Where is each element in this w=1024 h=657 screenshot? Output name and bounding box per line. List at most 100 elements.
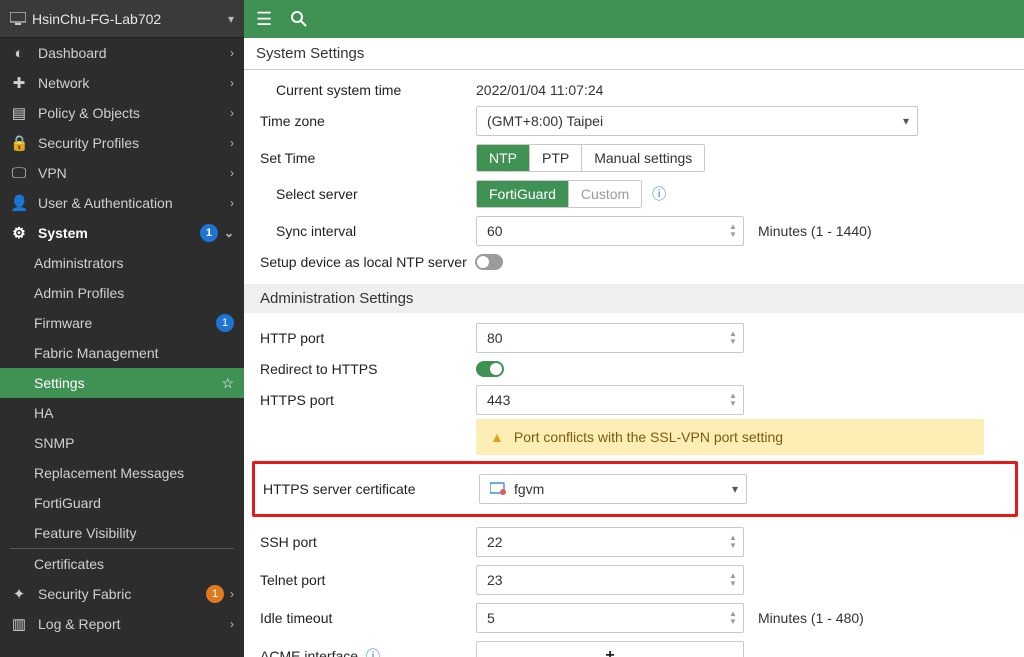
sidebar: HsinChu-FG-Lab702 ▾ ◐Dashboard ✚Network …	[0, 0, 244, 657]
label-sync-interval: Sync interval	[276, 223, 476, 239]
chevron-right-icon	[230, 76, 234, 90]
info-icon[interactable]: ⓘ	[652, 184, 666, 204]
timezone-dropdown[interactable]: (GMT+8:00) Taipei ▾	[476, 106, 918, 136]
sidebar-sub-firmware[interactable]: Firmware 1	[0, 308, 244, 338]
row-select-server: Select server FortiGuard Custom ⓘ	[244, 176, 1024, 212]
row-set-time: Set Time NTP PTP Manual settings	[244, 140, 1024, 176]
chevron-right-icon	[230, 46, 234, 60]
spinner-icon[interactable]: ▲▼	[725, 219, 741, 243]
row-local-ntp: Setup device as local NTP server	[244, 250, 1024, 274]
info-icon[interactable]: ⓘ	[366, 648, 380, 657]
highlight-cert: HTTPS server certificate fgvm ▾	[252, 461, 1018, 517]
set-time-ntp[interactable]: NTP	[477, 145, 530, 171]
badge-fabric: 1	[206, 585, 224, 603]
sidebar-item-policy[interactable]: ▤Policy & Objects	[0, 98, 244, 128]
fabric-icon: ✦	[10, 585, 28, 603]
sidebar-sub-settings[interactable]: Settings ☆	[0, 368, 244, 398]
sidebar-item-user-auth[interactable]: 👤User & Authentication	[0, 188, 244, 218]
page-title: System Settings	[244, 38, 1024, 70]
sidebar-sub-admin-profiles[interactable]: Admin Profiles	[0, 278, 244, 308]
toggle-redirect-https[interactable]	[476, 361, 504, 377]
sidebar-sub-replacement-msgs[interactable]: Replacement Messages	[0, 458, 244, 488]
spinner-icon[interactable]: ▲▼	[725, 606, 741, 630]
row-http-port: HTTP port 80 ▲▼	[244, 319, 1024, 357]
sidebar-item-security-fabric[interactable]: ✦Security Fabric 1	[0, 579, 244, 609]
ssh-port-input[interactable]: 22 ▲▼	[476, 527, 744, 557]
row-acme: ACME interface ⓘ +	[244, 637, 1024, 657]
label-telnet-port: Telnet port	[260, 572, 476, 588]
lock-icon: 🔒	[10, 134, 28, 152]
port-conflict-alert: ▲ Port conflicts with the SSL-VPN port s…	[476, 419, 984, 455]
telnet-port-input[interactable]: 23 ▲▼	[476, 565, 744, 595]
warning-icon: ▲	[490, 429, 504, 445]
sidebar-item-vpn[interactable]: 🖵VPN	[0, 158, 244, 188]
caret-down-icon: ▾	[732, 482, 738, 496]
menu-icon[interactable]: ☰	[256, 9, 272, 30]
chart-icon: ▥	[10, 615, 28, 633]
sidebar-item-system[interactable]: ⚙System 1	[0, 218, 244, 248]
toggle-local-ntp[interactable]	[475, 254, 503, 270]
sidebar-item-security-profiles[interactable]: 🔒Security Profiles	[0, 128, 244, 158]
set-time-ptp[interactable]: PTP	[530, 145, 582, 171]
idle-timeout-input[interactable]: 5 ▲▼	[476, 603, 744, 633]
sidebar-sub-certificates[interactable]: Certificates	[0, 549, 244, 579]
certificate-icon	[490, 482, 508, 496]
chevron-right-icon	[230, 106, 234, 120]
chevron-right-icon	[230, 587, 234, 601]
chevron-right-icon	[230, 196, 234, 210]
sidebar-item-log-report[interactable]: ▥Log & Report	[0, 609, 244, 639]
sidebar-sub-feature-visibility[interactable]: Feature Visibility	[0, 518, 244, 548]
device-icon	[10, 12, 26, 26]
sidebar-item-network[interactable]: ✚Network	[0, 68, 244, 98]
select-server-segmented: FortiGuard Custom	[476, 180, 642, 208]
https-cert-dropdown[interactable]: fgvm ▾	[479, 474, 747, 504]
label-acme: ACME interface ⓘ	[260, 646, 476, 657]
sidebar-header[interactable]: HsinChu-FG-Lab702 ▾	[0, 0, 244, 38]
gauge-icon: ◐	[10, 45, 28, 62]
spinner-icon[interactable]: ▲▼	[725, 388, 741, 412]
spinner-icon[interactable]: ▲▼	[725, 568, 741, 592]
label-current-time: Current system time	[276, 82, 476, 98]
badge-system: 1	[200, 224, 218, 242]
row-sync-interval: Sync interval 60 ▲▼ Minutes (1 - 1440)	[244, 212, 1024, 250]
set-time-manual[interactable]: Manual settings	[582, 145, 704, 171]
sidebar-sub-ha[interactable]: HA	[0, 398, 244, 428]
label-http-port: HTTP port	[260, 330, 476, 346]
star-icon[interactable]: ☆	[221, 375, 234, 392]
sync-interval-input[interactable]: 60 ▲▼	[476, 216, 744, 246]
row-https-port: HTTPS port 443 ▲▼	[244, 381, 1024, 419]
http-port-input[interactable]: 80 ▲▼	[476, 323, 744, 353]
server-custom[interactable]: Custom	[569, 181, 641, 207]
label-ssh-port: SSH port	[260, 534, 476, 550]
acme-add-button[interactable]: +	[476, 641, 744, 657]
sidebar-sub-fabric-mgmt[interactable]: Fabric Management	[0, 338, 244, 368]
caret-down-icon: ▾	[228, 0, 234, 38]
chevron-down-icon	[224, 226, 234, 240]
network-icon: ✚	[10, 74, 28, 92]
set-time-segmented: NTP PTP Manual settings	[476, 144, 705, 172]
unit-sync: Minutes (1 - 1440)	[758, 223, 872, 239]
sidebar-item-dashboard[interactable]: ◐Dashboard	[0, 38, 244, 68]
label-idle-timeout: Idle timeout	[260, 610, 476, 626]
label-local-ntp: Setup device as local NTP server	[260, 254, 467, 270]
sidebar-sub-administrators[interactable]: Administrators	[0, 248, 244, 278]
caret-down-icon: ▾	[903, 114, 909, 128]
row-idle-timeout: Idle timeout 5 ▲▼ Minutes (1 - 480)	[244, 599, 1024, 637]
content: Current system time 2022/01/04 11:07:24 …	[244, 70, 1024, 657]
search-icon[interactable]	[290, 10, 308, 28]
server-fortiguard[interactable]: FortiGuard	[477, 181, 569, 207]
spinner-icon[interactable]: ▲▼	[725, 326, 741, 350]
unit-idle: Minutes (1 - 480)	[758, 610, 864, 626]
label-https-cert: HTTPS server certificate	[263, 481, 479, 497]
hostname: HsinChu-FG-Lab702	[32, 0, 161, 38]
spinner-icon[interactable]: ▲▼	[725, 530, 741, 554]
label-timezone: Time zone	[260, 113, 476, 129]
chevron-right-icon	[230, 136, 234, 150]
row-timezone: Time zone (GMT+8:00) Taipei ▾	[244, 102, 1024, 140]
sidebar-sub-snmp[interactable]: SNMP	[0, 428, 244, 458]
https-port-input[interactable]: 443 ▲▼	[476, 385, 744, 415]
chevron-right-icon	[230, 617, 234, 631]
sidebar-sub-fortiguard[interactable]: FortiGuard	[0, 488, 244, 518]
vpn-icon: 🖵	[10, 165, 28, 182]
value-current-time: 2022/01/04 11:07:24	[476, 82, 603, 98]
